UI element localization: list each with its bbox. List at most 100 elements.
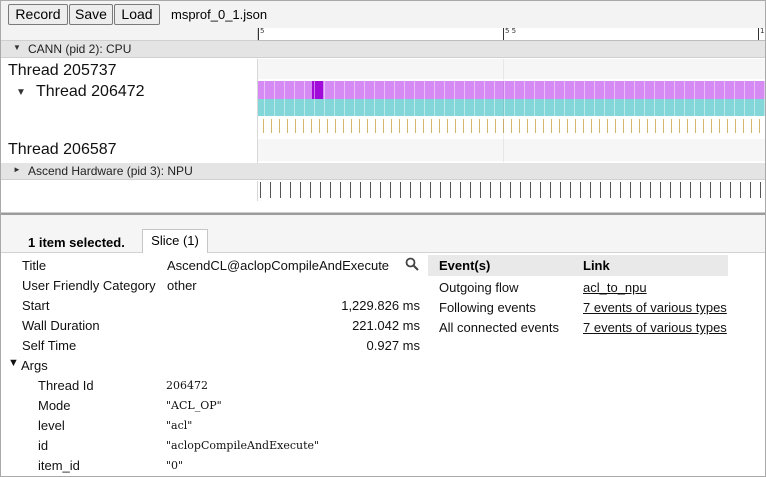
flow-event-mark[interactable] — [527, 119, 528, 133]
npu-event-mark[interactable] — [530, 182, 531, 198]
flow-event-mark[interactable] — [431, 119, 432, 133]
npu-event-mark[interactable] — [740, 182, 741, 198]
flow-event-mark[interactable] — [511, 119, 512, 133]
flow-event-mark[interactable] — [487, 119, 488, 133]
process-header-npu[interactable]: ► Ascend Hardware (pid 3): NPU — [1, 163, 765, 180]
time-ruler[interactable]: 5 5 5 1 — [257, 28, 765, 41]
flow-event-mark[interactable] — [711, 119, 712, 133]
npu-event-mark[interactable] — [610, 182, 611, 198]
expand-triangle-icon[interactable]: ▼ — [16, 87, 26, 98]
npu-event-mark[interactable] — [560, 182, 561, 198]
track-row-thread-205737[interactable] — [258, 59, 765, 79]
tab-slice[interactable]: Slice (1) — [142, 229, 208, 253]
npu-event-mark[interactable] — [720, 182, 721, 198]
npu-event-mark[interactable] — [670, 182, 671, 198]
flow-event-mark[interactable] — [479, 119, 480, 133]
npu-event-mark[interactable] — [310, 182, 311, 198]
flow-event-mark[interactable] — [679, 119, 680, 133]
flow-event-mark[interactable] — [455, 119, 456, 133]
flow-event-mark[interactable] — [287, 119, 288, 133]
event-link[interactable]: 7 events of various types — [583, 320, 727, 335]
npu-event-mark[interactable] — [320, 182, 321, 198]
flow-event-mark[interactable] — [391, 119, 392, 133]
npu-event-mark[interactable] — [410, 182, 411, 198]
flow-event-mark[interactable] — [303, 119, 304, 133]
flow-event-mark[interactable] — [543, 119, 544, 133]
npu-event-mark[interactable] — [340, 182, 341, 198]
npu-event-mark[interactable] — [590, 182, 591, 198]
npu-event-mark[interactable] — [350, 182, 351, 198]
flow-event-mark[interactable] — [519, 119, 520, 133]
npu-event-mark[interactable] — [690, 182, 691, 198]
flow-event-mark[interactable] — [447, 119, 448, 133]
flow-event-mark[interactable] — [327, 119, 328, 133]
npu-event-mark[interactable] — [390, 182, 391, 198]
flow-event-mark[interactable] — [591, 119, 592, 133]
npu-event-mark[interactable] — [570, 182, 571, 198]
flow-event-mark[interactable] — [735, 119, 736, 133]
flow-event-mark[interactable] — [551, 119, 552, 133]
collapse-triangle-icon[interactable]: ▼ — [13, 43, 21, 52]
flow-event-mark[interactable] — [599, 119, 600, 133]
npu-event-mark[interactable] — [480, 182, 481, 198]
npu-event-mark[interactable] — [280, 182, 281, 198]
process-header-cpu[interactable]: ▼ CANN (pid 2): CPU — [1, 41, 765, 58]
npu-event-mark[interactable] — [490, 182, 491, 198]
npu-event-mark[interactable] — [330, 182, 331, 198]
npu-event-mark[interactable] — [300, 182, 301, 198]
flow-event-mark[interactable] — [407, 119, 408, 133]
flow-event-mark[interactable] — [343, 119, 344, 133]
flow-event-mark[interactable] — [639, 119, 640, 133]
npu-event-mark[interactable] — [680, 182, 681, 198]
flow-event-mark[interactable] — [367, 119, 368, 133]
flow-event-mark[interactable] — [663, 119, 664, 133]
expand-triangle-icon[interactable]: ► — [13, 165, 21, 174]
flow-event-mark[interactable] — [671, 119, 672, 133]
npu-event-mark[interactable] — [380, 182, 381, 198]
npu-event-mark[interactable] — [430, 182, 431, 198]
flow-event-mark[interactable] — [695, 119, 696, 133]
flow-event-mark[interactable] — [351, 119, 352, 133]
flow-event-mark[interactable] — [631, 119, 632, 133]
flow-event-mark[interactable] — [615, 119, 616, 133]
flow-event-mark[interactable] — [471, 119, 472, 133]
npu-event-mark[interactable] — [710, 182, 711, 198]
flow-event-mark[interactable] — [423, 119, 424, 133]
flow-event-mark[interactable] — [687, 119, 688, 133]
flow-event-mark[interactable] — [263, 119, 264, 133]
flow-event-mark[interactable] — [535, 119, 536, 133]
load-button[interactable]: Load — [114, 4, 160, 25]
npu-event-mark[interactable] — [600, 182, 601, 198]
flow-event-mark[interactable] — [359, 119, 360, 133]
flow-event-mark[interactable] — [311, 119, 312, 133]
npu-event-mark[interactable] — [660, 182, 661, 198]
flow-event-mark[interactable] — [727, 119, 728, 133]
args-collapse-triangle-icon[interactable]: ▼ — [8, 357, 19, 369]
npu-event-mark[interactable] — [550, 182, 551, 198]
flow-event-mark[interactable] — [655, 119, 656, 133]
npu-event-mark[interactable] — [420, 182, 421, 198]
flow-event-mark[interactable] — [759, 119, 760, 133]
track-row-thread-206587[interactable] — [258, 139, 765, 161]
npu-event-mark[interactable] — [290, 182, 291, 198]
npu-event-mark[interactable] — [760, 182, 761, 198]
npu-event-mark[interactable] — [500, 182, 501, 198]
flow-event-mark[interactable] — [567, 119, 568, 133]
npu-event-mark[interactable] — [510, 182, 511, 198]
npu-event-mark[interactable] — [440, 182, 441, 198]
flow-event-mark[interactable] — [575, 119, 576, 133]
npu-summary-track[interactable] — [257, 181, 765, 201]
npu-event-mark[interactable] — [520, 182, 521, 198]
search-icon[interactable] — [405, 257, 419, 271]
npu-event-mark[interactable] — [580, 182, 581, 198]
flow-events-row[interactable] — [258, 117, 765, 135]
flow-event-mark[interactable] — [271, 119, 272, 133]
flow-event-mark[interactable] — [463, 119, 464, 133]
flow-event-mark[interactable] — [703, 119, 704, 133]
npu-event-mark[interactable] — [700, 182, 701, 198]
npu-event-mark[interactable] — [260, 182, 261, 198]
flow-event-mark[interactable] — [623, 119, 624, 133]
npu-event-mark[interactable] — [540, 182, 541, 198]
npu-event-mark[interactable] — [270, 182, 271, 198]
thread-tracks[interactable] — [257, 59, 765, 163]
